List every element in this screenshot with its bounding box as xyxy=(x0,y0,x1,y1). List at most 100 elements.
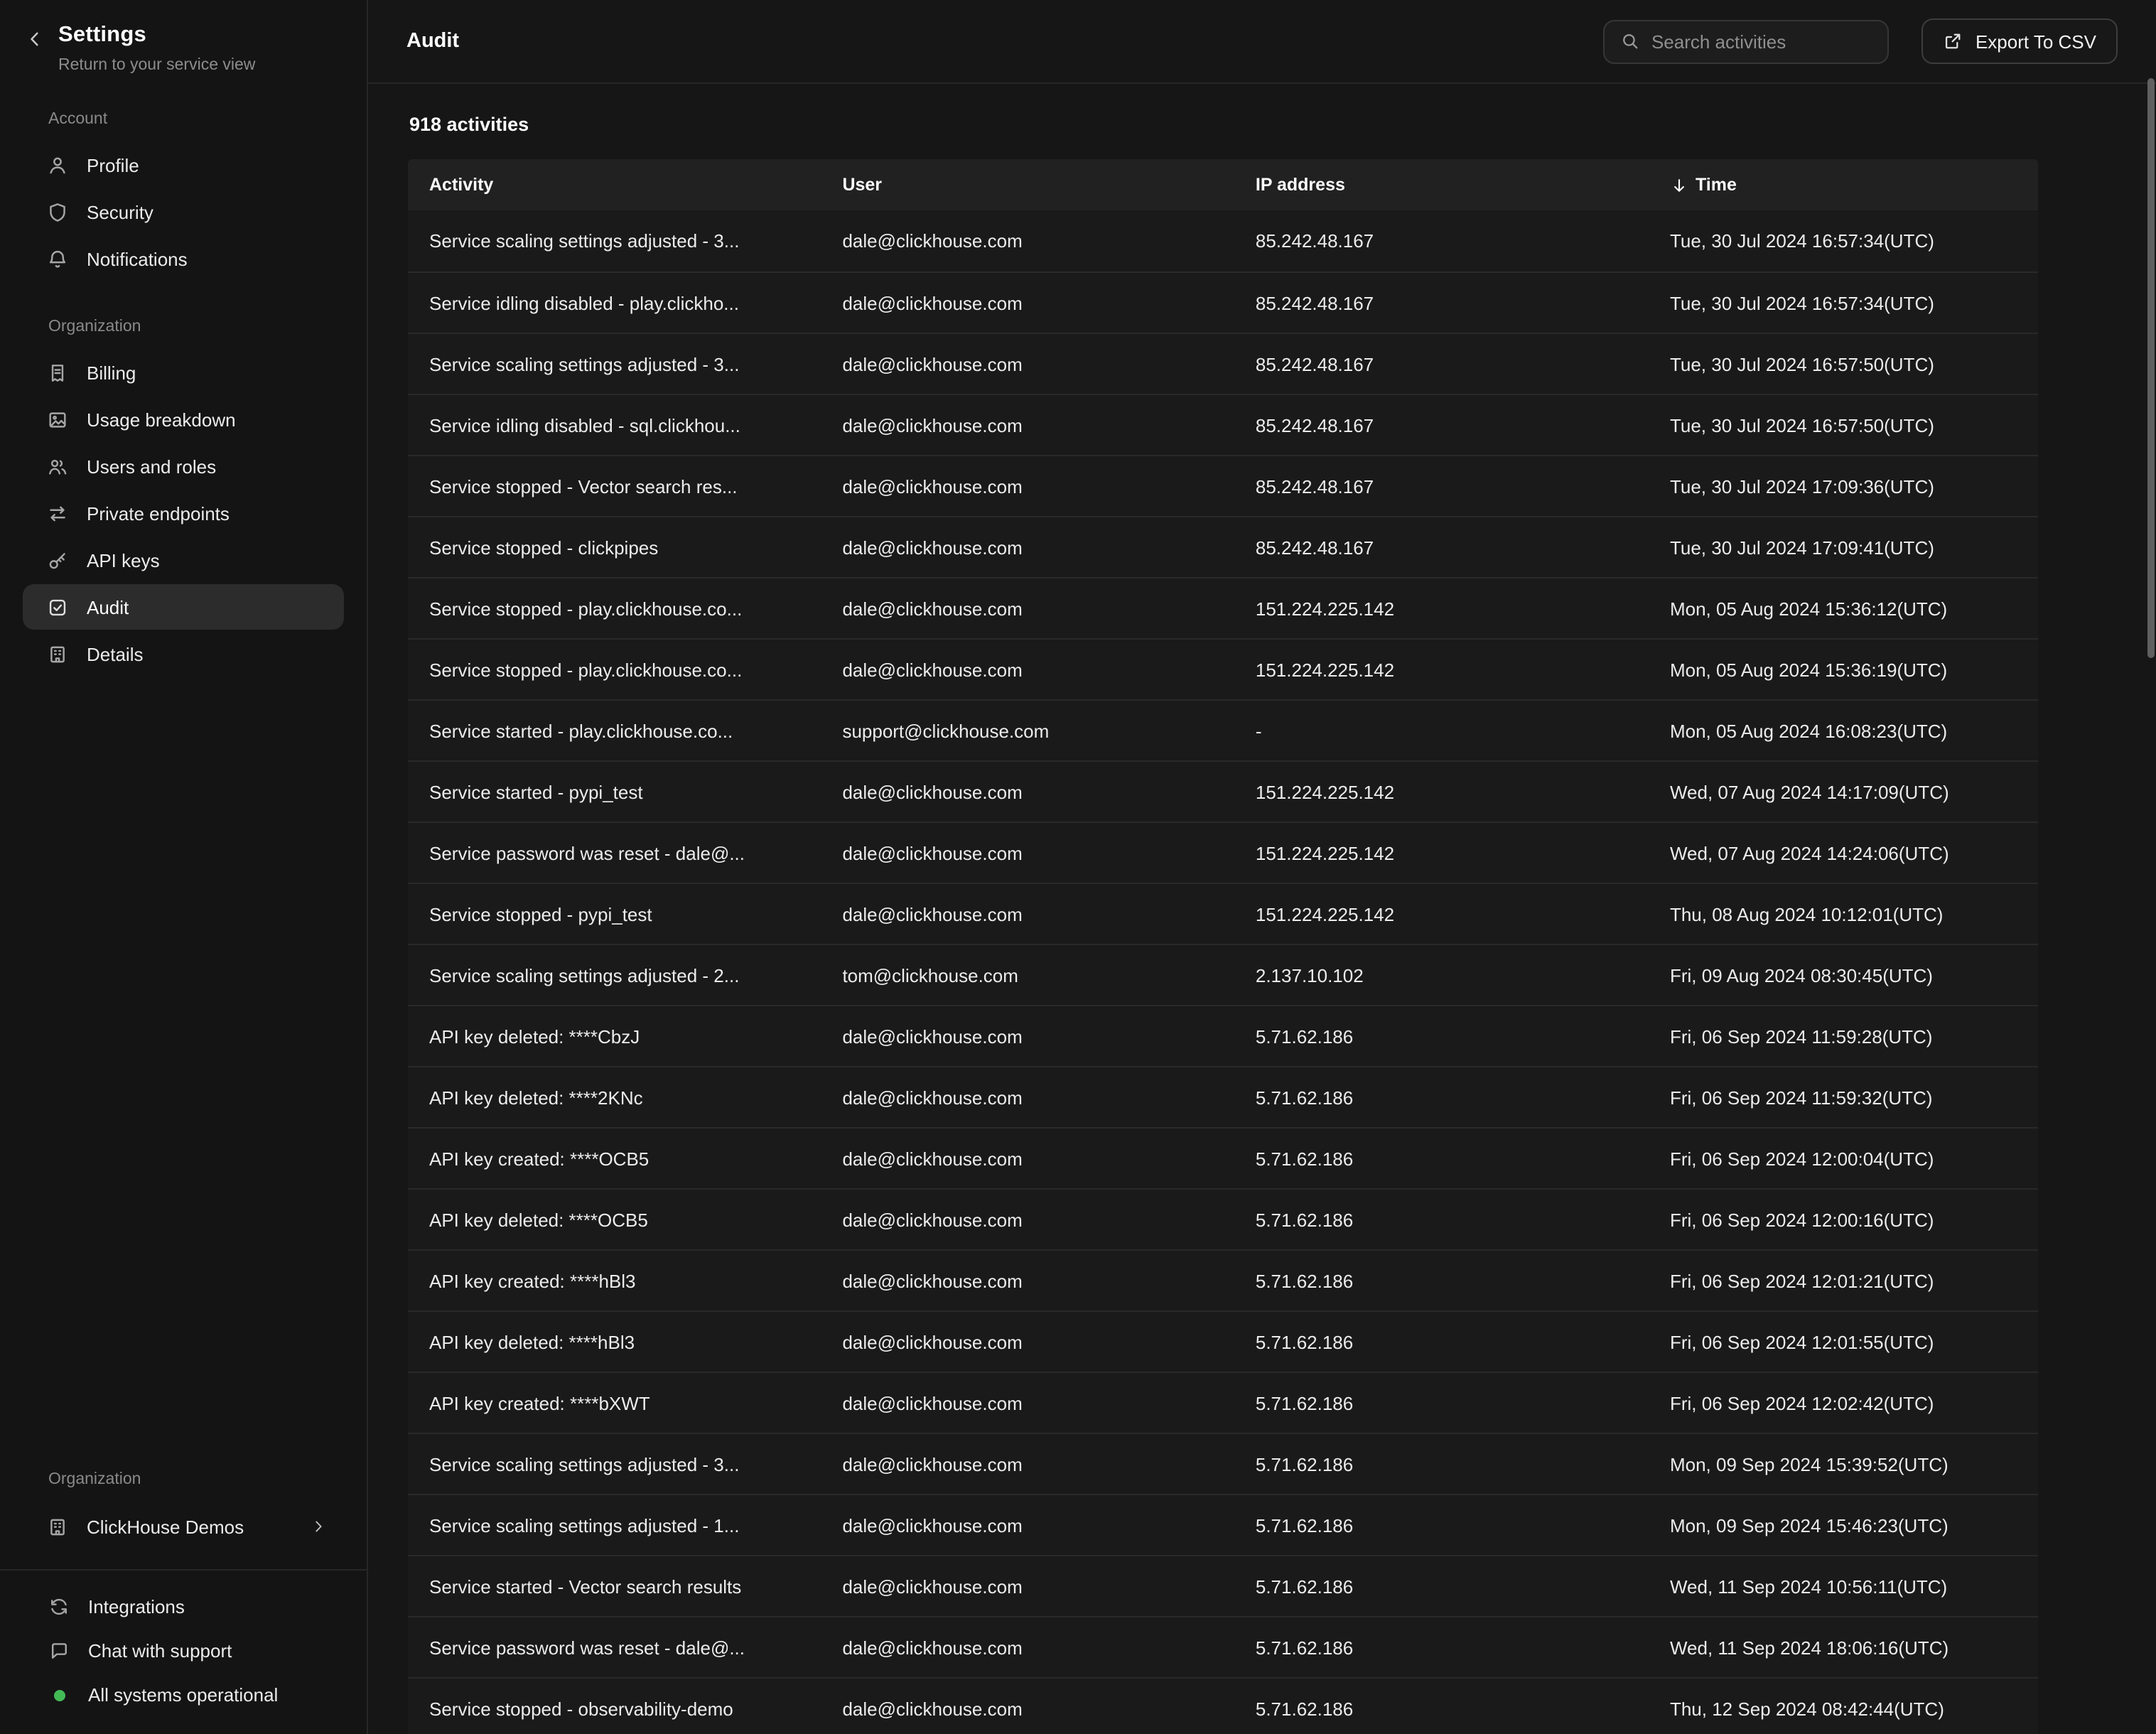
sidebar-footer: Integrations Chat with support All systems… xyxy=(0,1585,367,1717)
table-row[interactable]: API key deleted: ****CbzJdale@clickhouse… xyxy=(408,1005,2038,1066)
table-row[interactable]: Service scaling settings adjusted - 3...… xyxy=(408,1433,2038,1494)
table-row[interactable]: Service idling disabled - sql.clickhou..… xyxy=(408,394,2038,455)
cell-user: dale@clickhouse.com xyxy=(821,353,1234,375)
cell-activity: Service stopped - play.clickhouse.co... xyxy=(408,598,821,619)
sidebar-item-private-endpoints[interactable]: Private endpoints xyxy=(23,490,344,536)
main-header: Audit Export To CSV xyxy=(368,0,2156,84)
sidebar-item-security[interactable]: Security xyxy=(23,189,344,235)
column-header-user[interactable]: User xyxy=(821,175,1234,195)
table-row[interactable]: API key created: ****bXWTdale@clickhouse… xyxy=(408,1372,2038,1433)
table-row[interactable]: Service scaling settings adjusted - 3...… xyxy=(408,333,2038,394)
table-row[interactable]: Service started - pypi_testdale@clickhou… xyxy=(408,760,2038,822)
table-row[interactable]: Service idling disabled - play.clickho..… xyxy=(408,271,2038,333)
header-actions: Export To CSV xyxy=(1603,18,2118,64)
sidebar-item-api-keys[interactable]: API keys xyxy=(23,537,344,583)
sidebar-item-label: Details xyxy=(87,643,144,664)
cell-ip: 85.242.48.167 xyxy=(1234,537,1649,558)
key-icon xyxy=(47,549,68,571)
cell-time: Fri, 06 Sep 2024 11:59:28(UTC) xyxy=(1649,1025,2038,1047)
cell-ip: 5.71.62.186 xyxy=(1234,1392,1649,1413)
table-row[interactable]: API key created: ****hBl3dale@clickhouse… xyxy=(408,1249,2038,1310)
sidebar-divider xyxy=(0,1569,367,1571)
endpoints-icon xyxy=(47,502,68,524)
table-row[interactable]: Service stopped - clickpipesdale@clickho… xyxy=(408,516,2038,577)
back-button[interactable] xyxy=(24,28,45,50)
table-row[interactable]: Service stopped - pypi_testdale@clickhou… xyxy=(408,883,2038,944)
cell-activity: Service started - Vector search results xyxy=(408,1576,821,1597)
sidebar-item-label: Notifications xyxy=(87,248,188,269)
cell-user: dale@clickhouse.com xyxy=(821,230,1234,252)
cell-ip: 151.224.225.142 xyxy=(1234,659,1649,680)
column-header-label: Time xyxy=(1696,175,1737,195)
sidebar-item-label: API keys xyxy=(87,549,160,571)
sidebar-item-profile[interactable]: Profile xyxy=(23,142,344,188)
column-header-ip-address[interactable]: IP address xyxy=(1234,175,1649,195)
cell-user: dale@clickhouse.com xyxy=(821,781,1234,802)
usage-icon xyxy=(47,409,68,430)
table-row[interactable]: API key created: ****OCB5dale@clickhouse… xyxy=(408,1127,2038,1188)
sidebar-item-notifications[interactable]: Notifications xyxy=(23,236,344,281)
sidebar-sections: AccountProfileSecurityNotificationsOrgan… xyxy=(0,74,367,678)
table-row[interactable]: Service password was reset - dale@...dal… xyxy=(408,1616,2038,1677)
sidebar-section: OrganizationBillingUsage breakdownUsers … xyxy=(0,318,367,677)
table-row[interactable]: API key deleted: ****2KNcdale@clickhouse… xyxy=(408,1066,2038,1127)
cell-ip: 5.71.62.186 xyxy=(1234,1209,1649,1230)
table-row[interactable]: API key deleted: ****hBl3dale@clickhouse… xyxy=(408,1310,2038,1372)
column-header-time[interactable]: Time xyxy=(1649,175,2038,195)
table-row[interactable]: API key deleted: ****OCB5dale@clickhouse… xyxy=(408,1188,2038,1249)
org-name: ClickHouse Demos xyxy=(87,1516,244,1537)
cell-user: dale@clickhouse.com xyxy=(821,598,1234,619)
cell-user: dale@clickhouse.com xyxy=(821,1025,1234,1047)
footer-item-integrations[interactable]: Integrations xyxy=(0,1585,367,1629)
cell-activity: Service idling disabled - play.clickho..… xyxy=(408,292,821,313)
activities-count: 918 activities xyxy=(409,114,2038,135)
sidebar-item-label: Security xyxy=(87,201,153,222)
cell-user: dale@clickhouse.com xyxy=(821,1209,1234,1230)
sidebar-item-users-and-roles[interactable]: Users and roles xyxy=(23,443,344,489)
table-row[interactable]: Service password was reset - dale@...dal… xyxy=(408,822,2038,883)
table-row[interactable]: Service stopped - Vector search res...da… xyxy=(408,455,2038,516)
cell-ip: 5.71.62.186 xyxy=(1234,1698,1649,1719)
table-row[interactable]: Service stopped - play.clickhouse.co...d… xyxy=(408,577,2038,638)
table-row[interactable]: Service started - play.clickhouse.co...s… xyxy=(408,699,2038,760)
column-header-activity[interactable]: Activity xyxy=(408,175,821,195)
footer-item-all-systems-operational[interactable]: All systems operational xyxy=(0,1673,367,1717)
export-csv-button[interactable]: Export To CSV xyxy=(1921,18,2118,64)
cell-user: dale@clickhouse.com xyxy=(821,1087,1234,1108)
sidebar-item-label: Users and roles xyxy=(87,456,216,477)
table-row[interactable]: Service scaling settings adjusted - 2...… xyxy=(408,944,2038,1005)
table-row[interactable]: Service scaling settings adjusted - 3...… xyxy=(408,210,2038,271)
cell-user: dale@clickhouse.com xyxy=(821,1514,1234,1536)
cell-ip: 2.137.10.102 xyxy=(1234,964,1649,986)
search-box[interactable] xyxy=(1603,19,1889,63)
table-row[interactable]: Service scaling settings adjusted - 1...… xyxy=(408,1494,2038,1555)
sidebar-item-billing[interactable]: Billing xyxy=(23,350,344,395)
sidebar-item-label: Billing xyxy=(87,362,136,383)
cell-user: dale@clickhouse.com xyxy=(821,292,1234,313)
cell-time: Thu, 12 Sep 2024 08:42:44(UTC) xyxy=(1649,1698,2038,1719)
audit-table: ActivityUserIP address Time Service scali… xyxy=(408,159,2038,1734)
org-icon xyxy=(47,1516,68,1537)
cell-time: Fri, 06 Sep 2024 11:59:32(UTC) xyxy=(1649,1087,2038,1108)
cell-user: dale@clickhouse.com xyxy=(821,1637,1234,1658)
cell-ip: 85.242.48.167 xyxy=(1234,353,1649,375)
table-row[interactable]: Service stopped - play.clickhouse.co...d… xyxy=(408,638,2038,699)
footer-item-label: Chat with support xyxy=(88,1640,232,1662)
return-link[interactable]: Return to your service view xyxy=(58,57,255,74)
table-row[interactable]: Service stopped - observability-demodale… xyxy=(408,1677,2038,1734)
cell-user: dale@clickhouse.com xyxy=(821,1270,1234,1291)
search-input[interactable] xyxy=(1651,31,1872,52)
sidebar-item-details[interactable]: Details xyxy=(23,631,344,677)
cell-time: Wed, 11 Sep 2024 10:56:11(UTC) xyxy=(1649,1576,2038,1597)
org-switcher[interactable]: ClickHouse Demos xyxy=(23,1502,344,1551)
table-row[interactable]: Service started - Vector search resultsd… xyxy=(408,1555,2038,1616)
cell-ip: 151.224.225.142 xyxy=(1234,598,1649,619)
footer-item-chat-with-support[interactable]: Chat with support xyxy=(0,1629,367,1673)
chevron-right-icon xyxy=(310,1518,327,1535)
sidebar-item-audit[interactable]: Audit xyxy=(23,584,344,630)
table-body: Service scaling settings adjusted - 3...… xyxy=(408,210,2038,1734)
sidebar-item-usage-breakdown[interactable]: Usage breakdown xyxy=(23,397,344,442)
cell-time: Fri, 06 Sep 2024 12:00:04(UTC) xyxy=(1649,1148,2038,1169)
scrollbar-thumb[interactable] xyxy=(2147,78,2155,658)
cell-activity: Service scaling settings adjusted - 1... xyxy=(408,1514,821,1536)
